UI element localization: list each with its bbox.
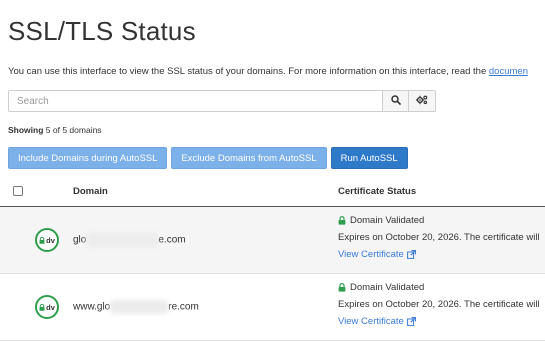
domain-validated-badge: dv	[35, 295, 59, 319]
view-certificate-label: View Certificate	[338, 249, 404, 260]
domain-suffix: re.com	[168, 301, 199, 313]
page-title: SSL/TLS Status	[8, 16, 196, 46]
search-bar	[8, 90, 438, 112]
view-certificate-link[interactable]: View Certificate	[338, 313, 540, 330]
badge-label: dv	[46, 302, 55, 312]
search-input[interactable]	[8, 90, 382, 112]
autossl-actions: Include Domains during AutoSSL Exclude D…	[8, 147, 408, 169]
intro-text: You can use this interface to view the S…	[8, 66, 528, 77]
showing-count: 5 of 5 domains	[45, 125, 102, 135]
domain-prefix: www.glo	[73, 301, 111, 313]
external-link-icon	[406, 250, 416, 259]
ssl-tls-status-page: SSL/TLS Status You can use this interfac…	[0, 0, 545, 341]
table-header: Domain Certificate Status	[0, 178, 545, 208]
certificate-status: Domain Validated Expires on October 20, …	[338, 279, 540, 330]
showing-label: Showing	[8, 125, 44, 135]
domain-validated-badge: dv	[35, 228, 59, 252]
domain-prefix: glo	[73, 234, 87, 246]
cogs-icon	[416, 92, 428, 110]
settings-button[interactable]	[409, 90, 436, 112]
redacted-text	[86, 233, 159, 247]
intro-sentence: You can use this interface to view the S…	[8, 66, 489, 77]
domain-column-header[interactable]: Domain	[73, 186, 108, 197]
lock-icon	[39, 303, 45, 311]
certificate-status-column-header[interactable]: Certificate Status	[338, 186, 416, 197]
lock-icon	[338, 216, 346, 225]
external-link-icon	[406, 317, 416, 326]
domain-name: www.glo re.com	[73, 300, 199, 314]
search-button[interactable]	[382, 90, 409, 112]
exclude-domains-button[interactable]: Exclude Domains from AutoSSL	[171, 147, 327, 169]
view-certificate-link[interactable]: View Certificate	[338, 246, 540, 263]
domain-name: glo e.com	[73, 233, 186, 247]
search-icon	[390, 92, 401, 110]
badge-label: dv	[46, 235, 55, 245]
include-domains-button[interactable]: Include Domains during AutoSSL	[8, 147, 168, 169]
certificate-status: Domain Validated Expires on October 20, …	[338, 212, 540, 263]
redacted-text	[110, 300, 169, 314]
select-all-checkbox[interactable]	[13, 186, 23, 196]
table-row: dv glo e.com Domain Validated Expires on …	[0, 207, 545, 274]
view-certificate-label: View Certificate	[338, 316, 404, 327]
documentation-link[interactable]: documen	[489, 66, 528, 77]
run-autossl-button[interactable]: Run AutoSSL	[330, 147, 408, 169]
lock-icon	[338, 283, 346, 292]
table-row: dv www.glo re.com Domain Validated Expire…	[0, 274, 545, 341]
results-count: Showing 5 of 5 domains	[8, 125, 102, 135]
expiry-text: Expires on October 20, 2026. The certifi…	[338, 299, 540, 310]
domain-suffix: e.com	[158, 234, 186, 246]
lock-icon	[39, 236, 45, 244]
status-text: Domain Validated	[350, 282, 425, 293]
status-text: Domain Validated	[350, 215, 425, 226]
expiry-text: Expires on October 20, 2026. The certifi…	[338, 232, 540, 243]
